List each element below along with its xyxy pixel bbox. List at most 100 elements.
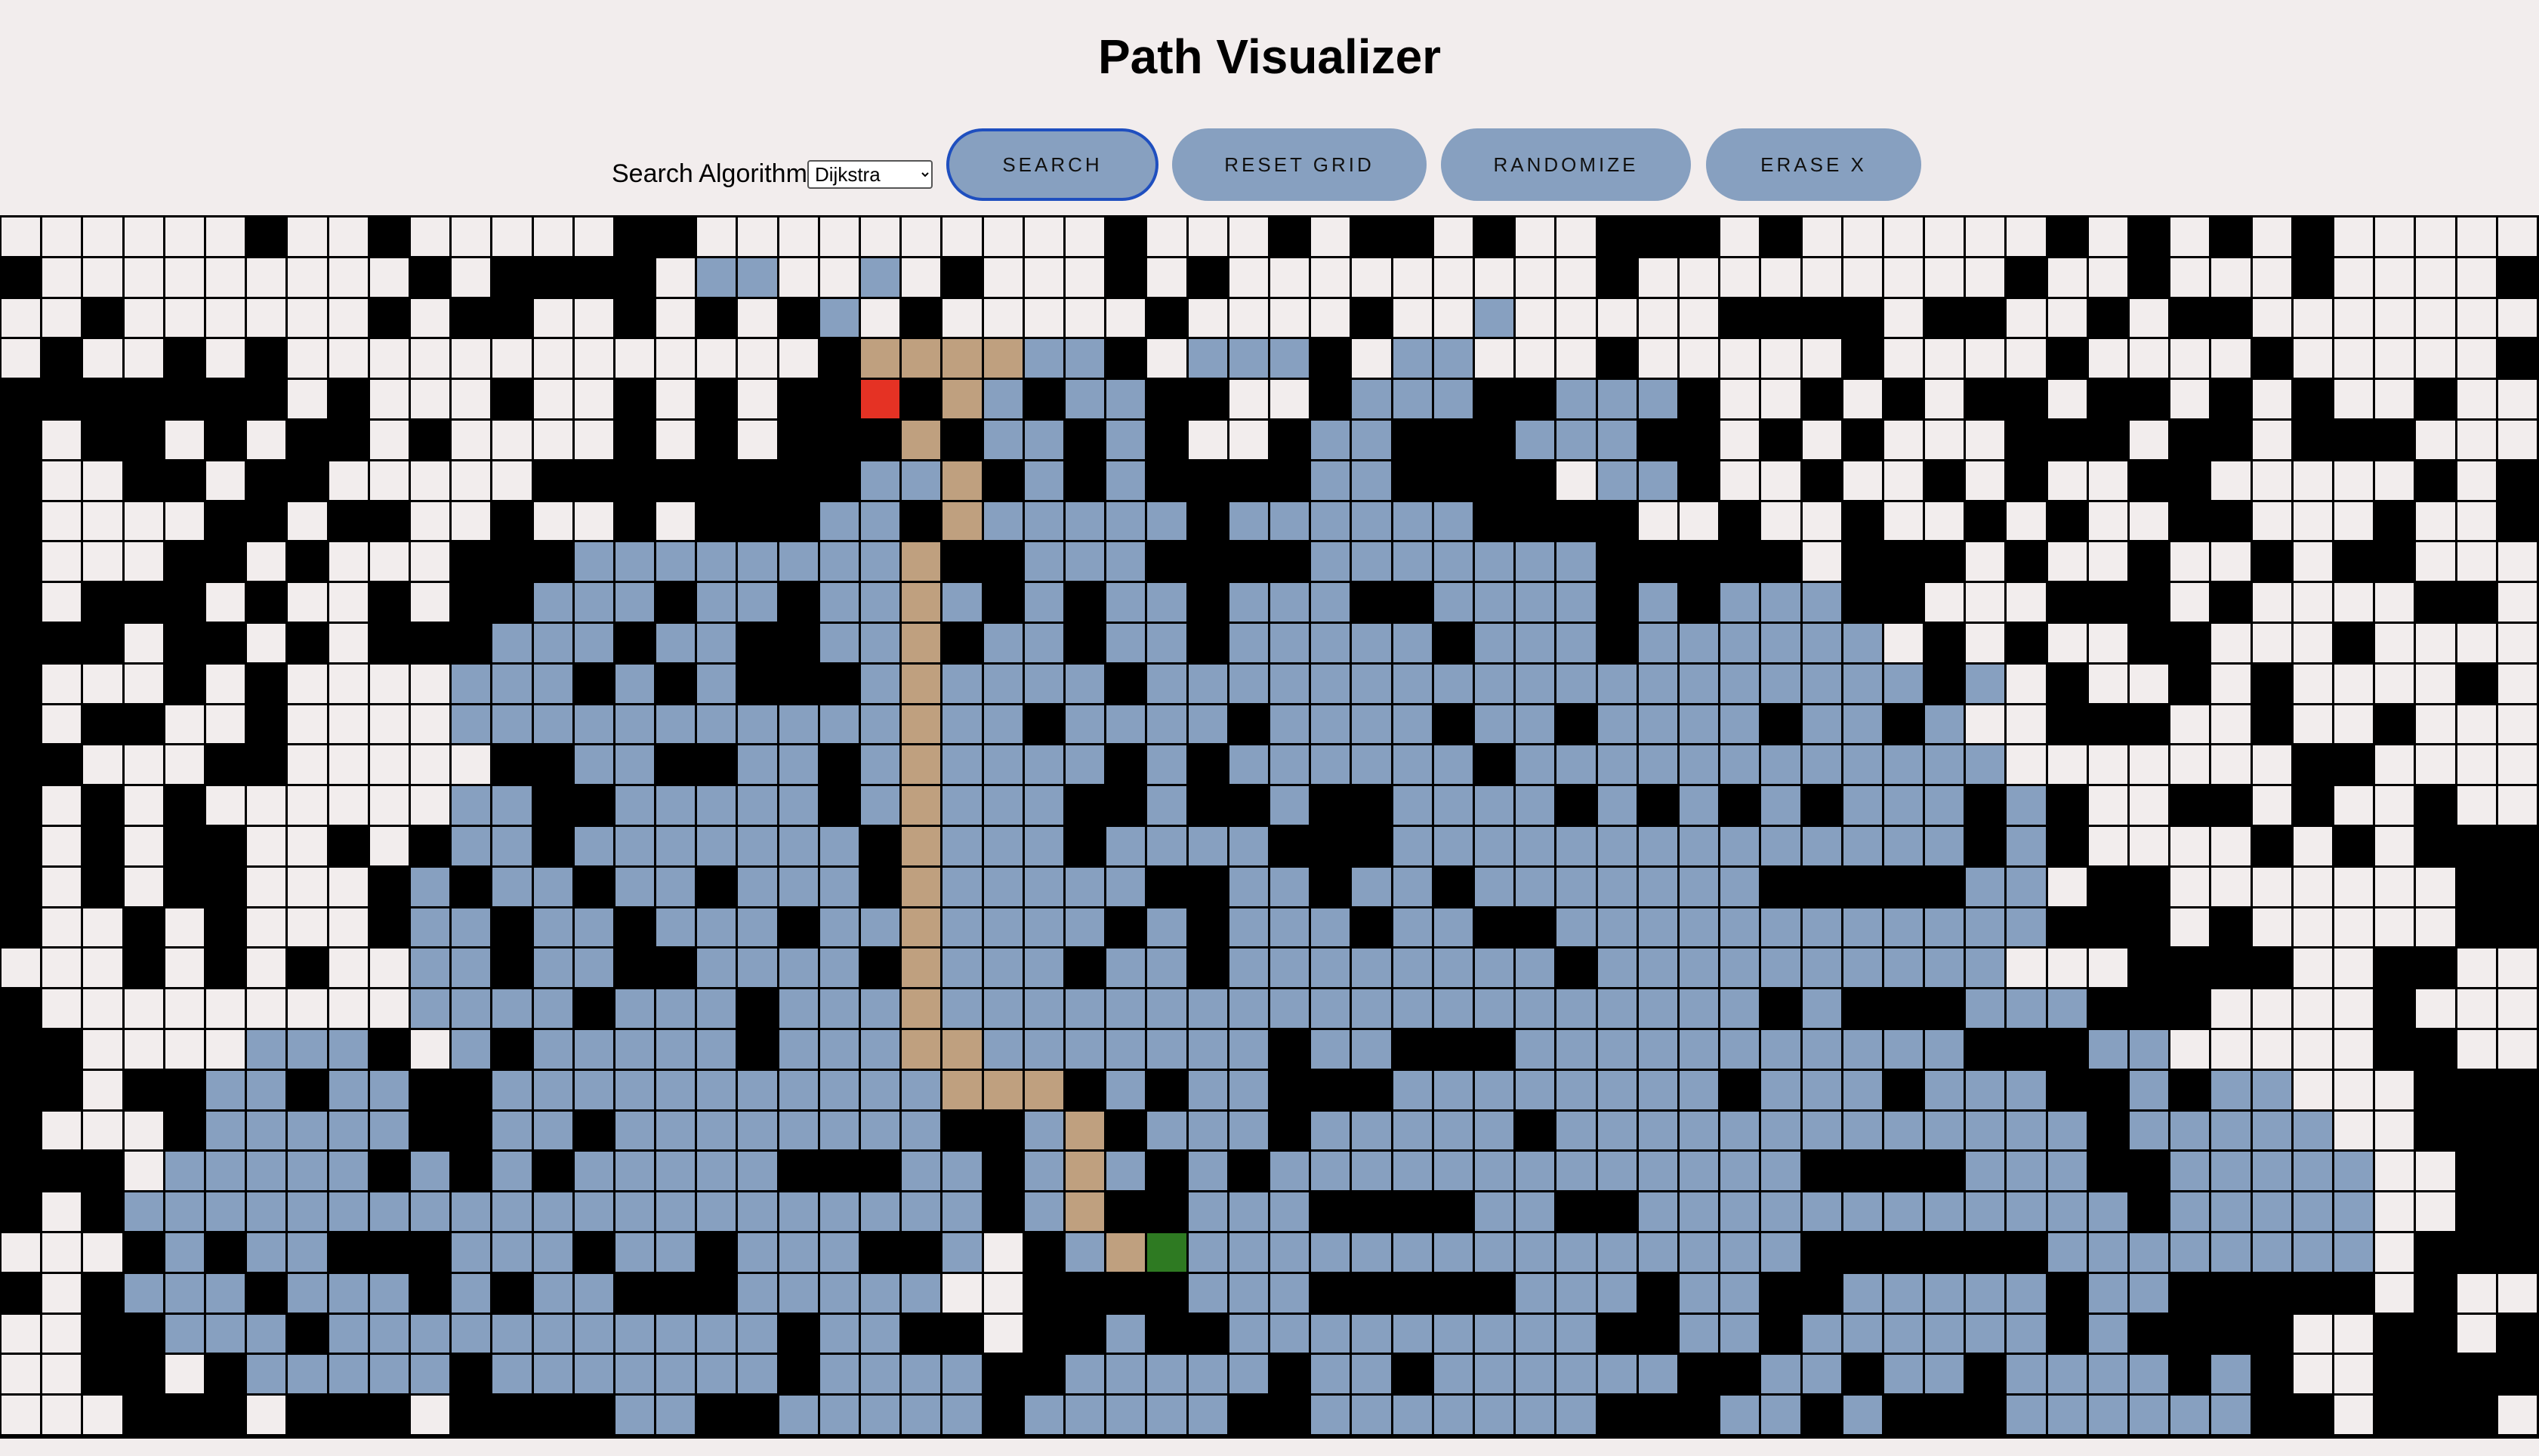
wall-cell[interactable] [1761, 420, 1803, 461]
visited-cell[interactable] [1066, 542, 1107, 584]
visited-cell[interactable] [2130, 1396, 2171, 1436]
visited-cell[interactable] [2007, 1111, 2048, 1152]
visited-cell[interactable] [1066, 867, 1107, 908]
visited-cell[interactable] [1925, 1029, 1967, 1071]
visited-cell[interactable] [1106, 380, 1148, 421]
empty-cell[interactable] [2293, 1314, 2335, 1356]
visited-cell[interactable] [247, 1152, 288, 1193]
empty-cell[interactable] [165, 705, 206, 746]
visited-cell[interactable] [2007, 908, 2048, 949]
visited-cell[interactable] [1352, 542, 1393, 584]
empty-cell[interactable] [1925, 339, 1967, 381]
wall-cell[interactable] [2047, 664, 2089, 705]
wall-cell[interactable] [2047, 826, 2089, 868]
empty-cell[interactable] [1925, 217, 1967, 258]
wall-cell[interactable] [1106, 258, 1148, 299]
wall-cell[interactable] [2252, 826, 2294, 868]
visited-cell[interactable] [1720, 1314, 1762, 1356]
visited-cell[interactable] [1270, 867, 1312, 908]
empty-cell[interactable] [2416, 258, 2457, 299]
path-cell[interactable] [1024, 1070, 1066, 1112]
empty-cell[interactable] [2088, 664, 2130, 705]
wall-cell[interactable] [819, 461, 862, 502]
empty-cell[interactable] [124, 826, 165, 868]
empty-cell[interactable] [2211, 623, 2253, 665]
wall-cell[interactable] [902, 298, 943, 340]
visited-cell[interactable] [861, 501, 902, 543]
empty-cell[interactable] [2293, 989, 2335, 1030]
visited-cell[interactable] [902, 461, 943, 502]
empty-cell[interactable] [2047, 867, 2089, 908]
empty-cell[interactable] [902, 258, 943, 299]
visited-cell[interactable] [247, 1314, 288, 1356]
empty-cell[interactable] [1966, 217, 2007, 258]
visited-cell[interactable] [1188, 1070, 1229, 1112]
wall-cell[interactable] [2375, 1029, 2417, 1071]
empty-cell[interactable] [615, 339, 657, 381]
empty-cell[interactable] [288, 826, 329, 868]
visited-cell[interactable] [1433, 1232, 1475, 1274]
visited-cell[interactable] [1066, 380, 1107, 421]
visited-cell[interactable] [1147, 583, 1189, 624]
empty-cell[interactable] [205, 705, 248, 746]
wall-cell[interactable] [1843, 867, 1884, 908]
visited-cell[interactable] [1393, 908, 1434, 949]
empty-cell[interactable] [205, 298, 248, 340]
empty-cell[interactable] [1720, 258, 1762, 299]
wall-cell[interactable] [779, 1152, 820, 1193]
wall-cell[interactable] [124, 583, 165, 624]
visited-cell[interactable] [1883, 1029, 1926, 1071]
visited-cell[interactable] [697, 1192, 739, 1233]
empty-cell[interactable] [2252, 217, 2294, 258]
empty-cell[interactable] [861, 217, 902, 258]
empty-cell[interactable] [205, 461, 248, 502]
wall-cell[interactable] [2334, 1273, 2376, 1315]
wall-cell[interactable] [1188, 461, 1229, 502]
visited-cell[interactable] [1433, 826, 1475, 868]
visited-cell[interactable] [1393, 949, 1434, 990]
visited-cell[interactable] [2252, 1192, 2294, 1233]
wall-cell[interactable] [247, 380, 288, 421]
visited-cell[interactable] [1024, 949, 1066, 990]
empty-cell[interactable] [2252, 258, 2294, 299]
visited-cell[interactable] [2007, 1314, 2048, 1356]
visited-cell[interactable] [1966, 1111, 2007, 1152]
empty-cell[interactable] [2, 949, 43, 990]
visited-cell[interactable] [656, 908, 698, 949]
visited-cell[interactable] [533, 949, 575, 990]
wall-cell[interactable] [615, 908, 657, 949]
visited-cell[interactable] [861, 705, 902, 746]
visited-cell[interactable] [1024, 623, 1066, 665]
visited-cell[interactable] [2211, 1396, 2253, 1436]
wall-cell[interactable] [533, 826, 575, 868]
visited-cell[interactable] [1188, 1111, 1229, 1152]
visited-cell[interactable] [656, 705, 698, 746]
empty-cell[interactable] [1720, 217, 1762, 258]
empty-cell[interactable] [2497, 664, 2539, 705]
empty-cell[interactable] [2252, 908, 2294, 949]
wall-cell[interactable] [1433, 1192, 1475, 1233]
visited-cell[interactable] [1474, 1070, 1516, 1112]
visited-cell[interactable] [1474, 664, 1516, 705]
wall-cell[interactable] [247, 461, 288, 502]
wall-cell[interactable] [247, 745, 288, 787]
wall-cell[interactable] [2007, 420, 2048, 461]
visited-cell[interactable] [1106, 705, 1148, 746]
empty-cell[interactable] [2293, 664, 2335, 705]
visited-cell[interactable] [738, 867, 779, 908]
wall-cell[interactable] [1883, 583, 1926, 624]
visited-cell[interactable] [2007, 1192, 2048, 1233]
empty-cell[interactable] [1843, 258, 1884, 299]
empty-cell[interactable] [2334, 1029, 2376, 1071]
empty-cell[interactable] [2211, 664, 2253, 705]
visited-cell[interactable] [1393, 623, 1434, 665]
wall-cell[interactable] [1474, 501, 1516, 543]
visited-cell[interactable] [1393, 380, 1434, 421]
empty-cell[interactable] [2252, 583, 2294, 624]
visited-cell[interactable] [329, 1070, 370, 1112]
wall-cell[interactable] [533, 786, 575, 827]
empty-cell[interactable] [1802, 217, 1843, 258]
wall-cell[interactable] [329, 1396, 370, 1436]
empty-cell[interactable] [452, 217, 493, 258]
visited-cell[interactable] [1066, 745, 1107, 787]
